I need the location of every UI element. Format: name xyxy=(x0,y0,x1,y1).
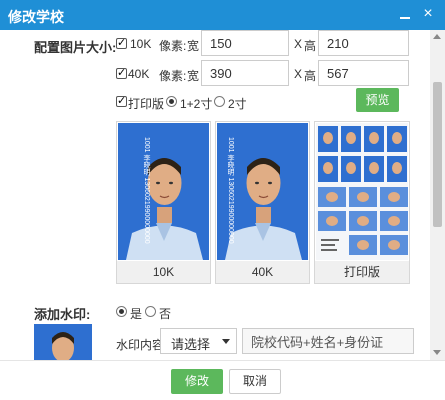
vertical-scrollbar[interactable] xyxy=(430,30,445,360)
width-label-10k: 宽 xyxy=(187,39,200,53)
scroll-thumb[interactable] xyxy=(433,82,442,227)
watermark-select-value: 请选择 xyxy=(171,337,211,352)
checkbox-print[interactable] xyxy=(116,94,127,107)
radio-1plus2-label: 1+2寸 xyxy=(180,97,213,111)
preview-card-40k: 1001 李晓明 13060219900000000 40K xyxy=(215,121,310,284)
photo-10k: 1001 李晓明 13060219900000000 xyxy=(118,123,209,260)
times-label-10k: X xyxy=(294,37,303,51)
preview-card-10k: 1001 李晓明 13060219900000000 10K xyxy=(116,121,211,284)
scroll-up-icon[interactable] xyxy=(433,34,441,39)
width-label-40k: 宽 xyxy=(187,69,200,83)
height-input-40k[interactable] xyxy=(318,60,409,86)
print-label: 打印版 xyxy=(128,97,165,111)
width-input-10k[interactable] xyxy=(201,30,289,56)
label-40k: 40K xyxy=(128,67,150,81)
photo-size-label: 配置图片大小: xyxy=(34,40,117,55)
title-bar: 修改学校 × xyxy=(0,0,445,30)
save-button[interactable]: 修改 xyxy=(171,369,223,394)
width-input-40k[interactable] xyxy=(201,60,289,86)
caption-40k: 40K xyxy=(216,261,309,283)
photo-40k: 1001 李晓明 13060219900000000 xyxy=(217,123,308,260)
times-label-40k: X xyxy=(294,67,303,81)
cancel-button[interactable]: 取消 xyxy=(229,369,281,394)
watermark-select[interactable]: 请选择 xyxy=(160,328,237,354)
chevron-down-icon xyxy=(222,339,230,344)
dialog-footer: 修改 取消 xyxy=(0,360,445,400)
height-label-10k: 高 xyxy=(304,39,317,53)
pixel-label-10k: 像素: xyxy=(159,39,187,53)
portrait-image xyxy=(118,123,209,260)
watermark-yes-label: 是 xyxy=(130,307,143,321)
label-10k: 10K xyxy=(130,37,152,51)
side-text-10k: 1001 李晓明 13060219900000000 xyxy=(143,137,150,244)
watermark-no-label: 否 xyxy=(159,307,172,321)
dialog-content: 配置图片大小: 10K 像素: 宽 X 高 40K 像素: 宽 X 高 打印版 … xyxy=(0,30,430,360)
watermark-no-radio[interactable] xyxy=(145,306,156,317)
height-input-10k[interactable] xyxy=(318,30,409,56)
pixel-label-40k: 像素: xyxy=(159,69,187,83)
height-label-40k: 高 xyxy=(304,69,317,83)
checkbox-40k[interactable] xyxy=(116,66,127,79)
window-title: 修改学校 xyxy=(8,9,64,25)
portrait-image xyxy=(34,324,92,360)
photo-print-sheet xyxy=(316,123,408,260)
watermark-label: 添加水印: xyxy=(34,307,91,322)
print-sheet-image xyxy=(316,123,408,260)
radio-2inch[interactable] xyxy=(214,96,225,107)
preview-card-print: 打印版 xyxy=(314,121,410,284)
watermark-yes-radio[interactable] xyxy=(116,306,127,317)
radio-2inch-label: 2寸 xyxy=(228,97,247,111)
close-icon[interactable]: × xyxy=(420,5,436,23)
preview-button[interactable]: 预览 xyxy=(356,88,399,112)
watermark-thumbnail xyxy=(34,324,92,360)
scroll-down-icon[interactable] xyxy=(433,350,441,355)
checkbox-10k[interactable] xyxy=(116,36,127,49)
radio-1plus2[interactable] xyxy=(166,96,177,107)
side-text-40k: 1001 李晓明 13060219900000000 xyxy=(227,137,234,244)
caption-print: 打印版 xyxy=(315,261,409,283)
caption-10k: 10K xyxy=(117,261,210,283)
minimize-icon[interactable] xyxy=(398,6,412,22)
watermark-content-field[interactable] xyxy=(242,328,414,354)
